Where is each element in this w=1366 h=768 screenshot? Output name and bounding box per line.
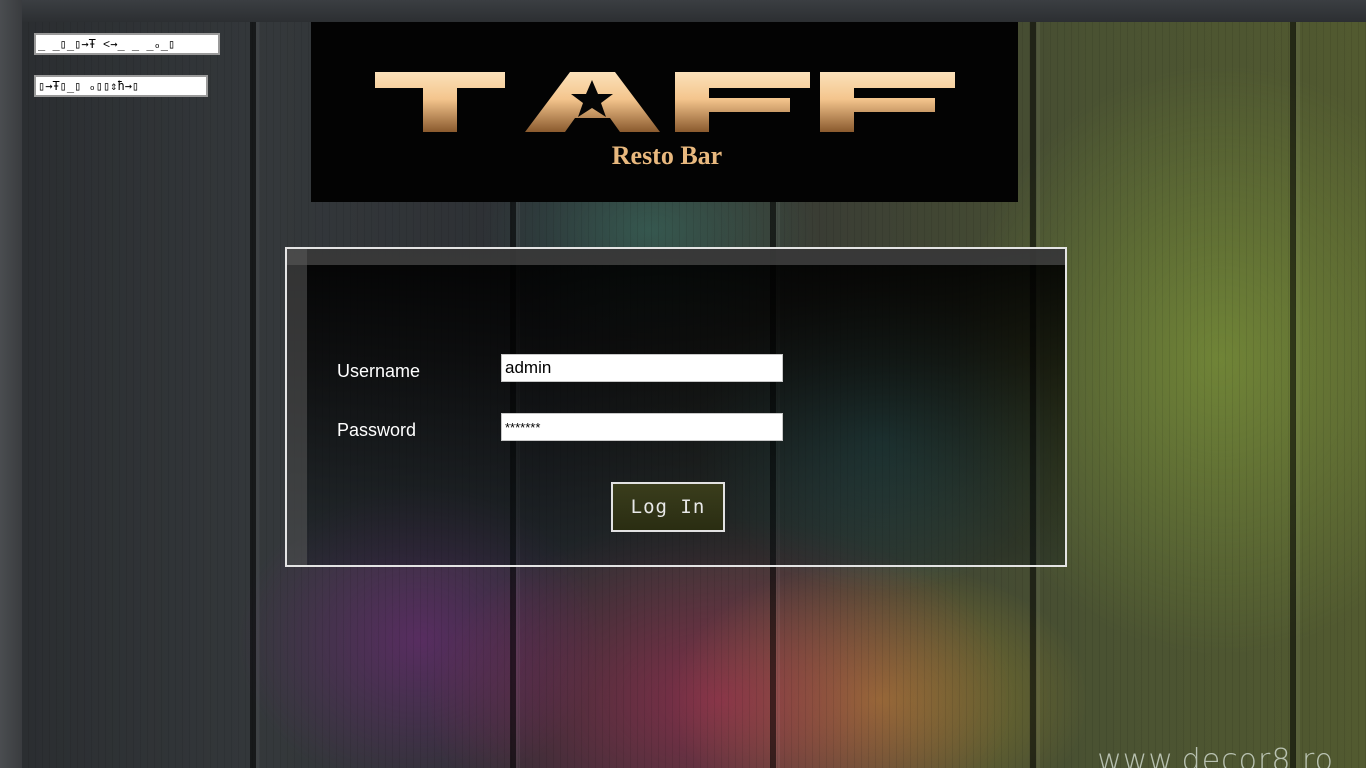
password-input[interactable] xyxy=(501,413,783,441)
password-label: Password xyxy=(337,420,417,440)
nav-link-2[interactable]: ▯→Ŧ▯_▯ ₒ▯▯⇕ħ→▯ xyxy=(34,75,208,97)
panel-left-bar xyxy=(287,249,307,565)
site-header: Resto Bar xyxy=(311,22,1018,202)
left-strip xyxy=(0,0,22,768)
username-label: Username xyxy=(337,361,421,381)
watermark: www.decor8.ro xyxy=(1097,743,1334,768)
login-button[interactable]: Log In xyxy=(611,482,725,532)
username-input[interactable] xyxy=(501,354,783,382)
nav-link-1[interactable]: _ _▯_▯→Ŧ ˂→_ _ _ₒ_▯ xyxy=(34,33,220,55)
login-panel: Username Password Log In xyxy=(285,247,1067,567)
taff-logo xyxy=(375,72,955,132)
panel-top-bar xyxy=(287,249,1065,265)
top-strip xyxy=(0,0,1366,22)
site-subtitle: Resto Bar xyxy=(611,141,723,170)
